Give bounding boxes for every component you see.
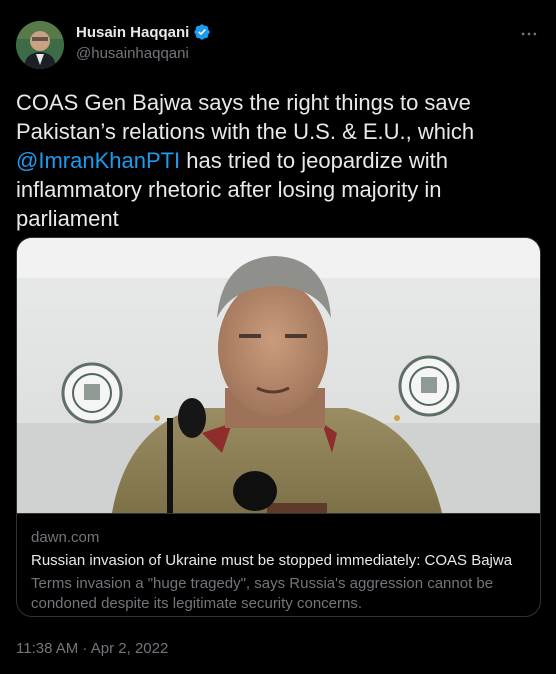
tweet-timestamp[interactable]: 11:38 AM · Apr 2, 2022 xyxy=(16,640,168,657)
author-name-text: Husain Haqqani xyxy=(76,23,190,41)
mention-link[interactable]: @ImranKhanPTI xyxy=(16,148,180,173)
link-card-meta[interactable]: dawn.com Russian invasion of Ukraine mus… xyxy=(17,513,540,616)
avatar-image xyxy=(16,21,64,69)
tweet: Husain Haqqani @husainhaqqani COAS Gen B… xyxy=(0,0,556,674)
author-handle[interactable]: @husainhaqqani xyxy=(76,45,189,62)
more-horizontal-icon xyxy=(521,32,537,36)
link-card[interactable]: dawn.com Russian invasion of Ukraine mus… xyxy=(16,237,541,617)
link-card-domain: dawn.com xyxy=(31,529,100,546)
more-button[interactable] xyxy=(518,24,540,46)
author-name[interactable]: Husain Haqqani xyxy=(76,23,211,41)
link-card-description: Terms invasion a "huge tragedy", says Ru… xyxy=(31,575,494,612)
verified-badge-icon xyxy=(194,24,211,40)
card-photo xyxy=(17,238,540,513)
avatar[interactable] xyxy=(16,21,64,69)
link-card-title: Russian invasion of Ukraine must be stop… xyxy=(31,552,513,569)
tweet-text-part: COAS Gen Bajwa says the right things to … xyxy=(16,90,475,144)
link-card-image[interactable] xyxy=(17,238,540,513)
tweet-text: COAS Gen Bajwa says the right things to … xyxy=(16,88,536,233)
